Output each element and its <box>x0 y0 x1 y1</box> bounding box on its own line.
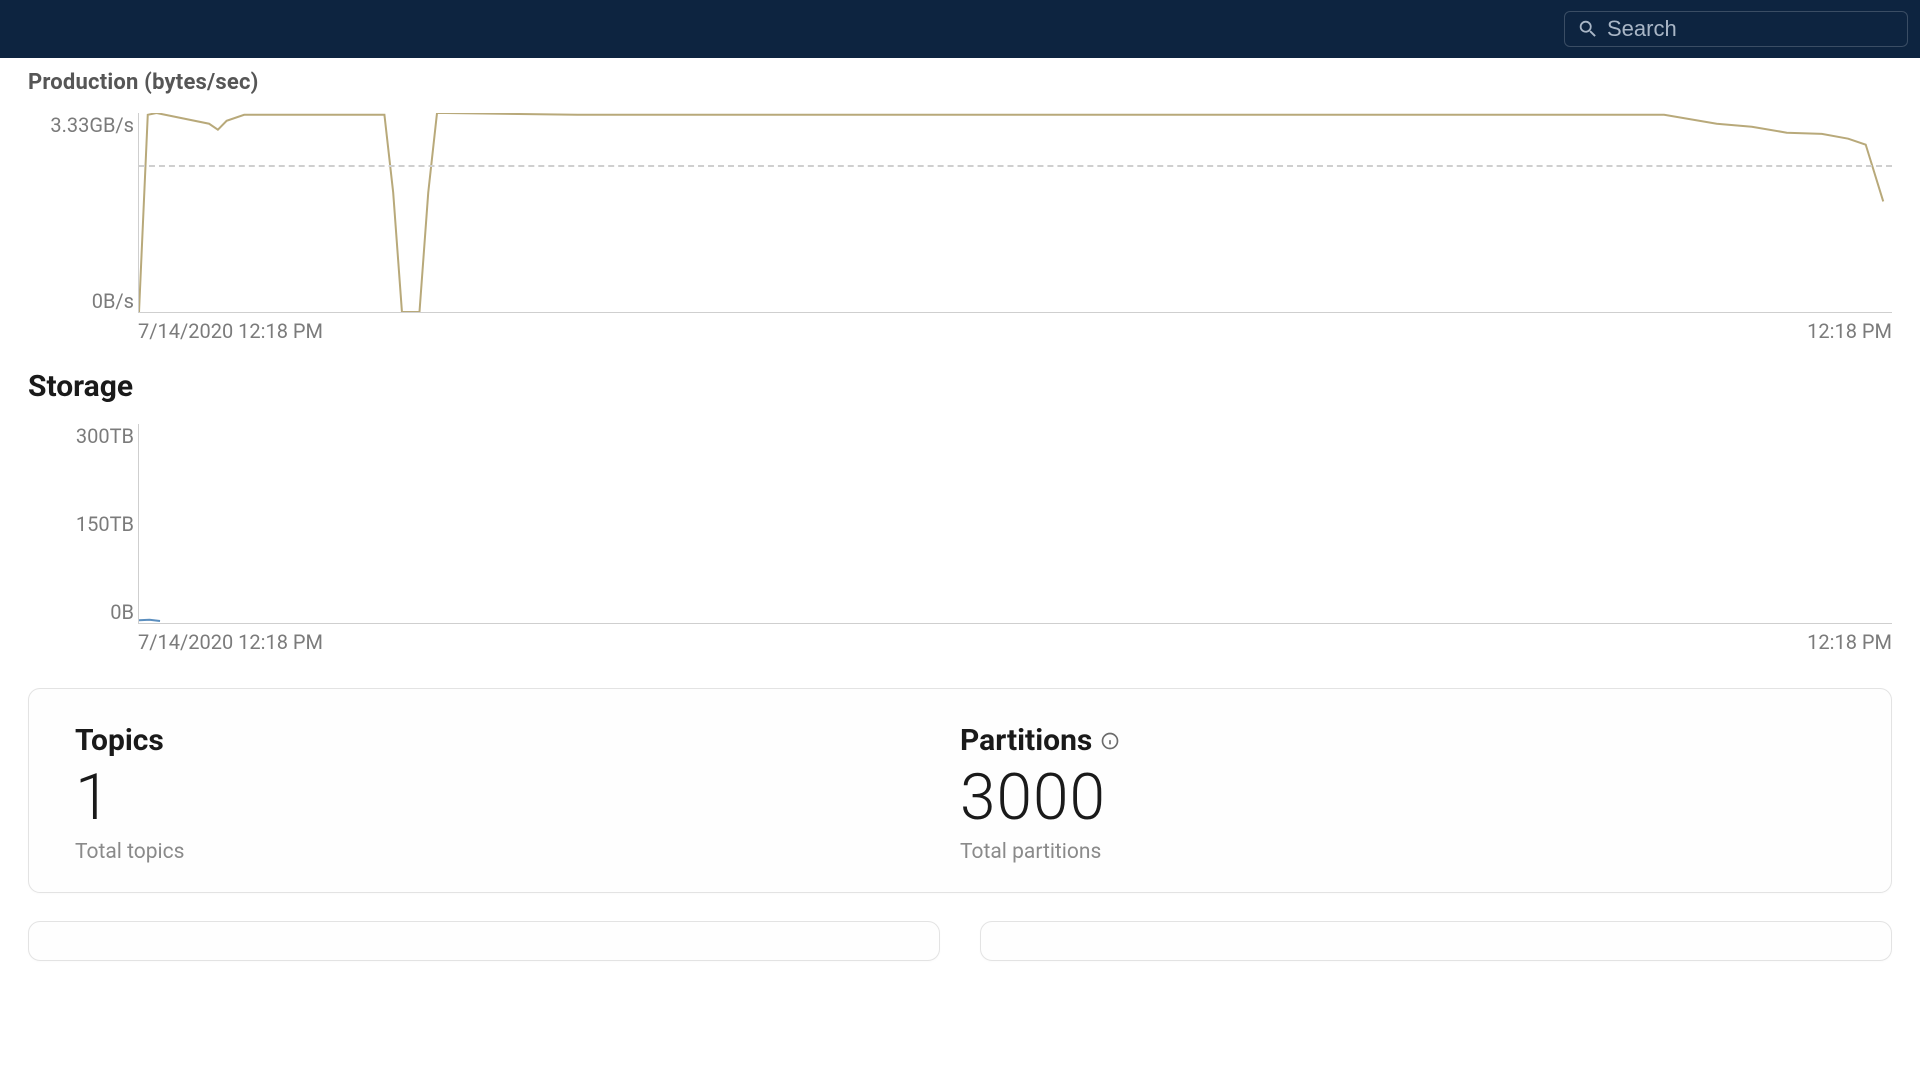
storage-section-title: Storage <box>28 369 1892 404</box>
production-plot-area <box>138 113 1892 313</box>
partitions-card-value: 3000 <box>960 766 1845 830</box>
card-title-label: Partitions <box>960 723 1092 758</box>
x-tick-label: 7/14/2020 12:18 PM <box>138 630 323 654</box>
info-icon[interactable] <box>1100 731 1120 751</box>
y-tick-label: 0B/s <box>28 289 134 313</box>
topics-card-sub: Total topics <box>75 840 960 864</box>
storage-plot-area <box>138 424 1892 624</box>
production-chart-title: Production (bytes/sec) <box>28 70 1892 95</box>
production-section: Production (bytes/sec) 3.33GB/s 0B/s 7/1… <box>28 70 1892 343</box>
bottom-card-left <box>28 921 940 961</box>
storage-section: Storage 300TB 150TB 0B 7/14/2020 12:18 P… <box>28 369 1892 654</box>
search-box[interactable] <box>1564 11 1908 47</box>
card-title-label: Topics <box>75 723 164 758</box>
topics-card: Topics 1 Total topics <box>75 723 960 864</box>
app-header <box>0 0 1920 58</box>
y-tick-label: 150TB <box>28 512 134 536</box>
y-tick-label: 0B <box>28 600 134 624</box>
y-tick-label: 3.33GB/s <box>28 113 134 137</box>
partitions-card-title: Partitions <box>960 723 1845 758</box>
storage-x-ticks: 7/14/2020 12:18 PM 12:18 PM <box>138 630 1892 654</box>
page-content: Production (bytes/sec) 3.33GB/s 0B/s 7/1… <box>0 58 1920 961</box>
partitions-card-sub: Total partitions <box>960 840 1845 864</box>
search-input[interactable] <box>1607 16 1895 42</box>
storage-line-svg <box>139 424 1892 623</box>
search-icon <box>1577 18 1599 40</box>
y-tick-label: 300TB <box>28 424 134 448</box>
storage-y-ticks: 300TB 150TB 0B <box>28 424 134 624</box>
production-y-ticks: 3.33GB/s 0B/s <box>28 113 134 313</box>
production-x-ticks: 7/14/2020 12:18 PM 12:18 PM <box>138 319 1892 343</box>
bottom-card-right <box>980 921 1892 961</box>
production-line-svg <box>139 113 1892 312</box>
partitions-card: Partitions 3000 Total partitions <box>960 723 1845 864</box>
topics-card-title: Topics <box>75 723 960 758</box>
x-tick-label: 12:18 PM <box>1807 319 1892 343</box>
x-tick-label: 7/14/2020 12:18 PM <box>138 319 323 343</box>
storage-chart: 300TB 150TB 0B 7/14/2020 12:18 PM 12:18 … <box>28 424 1892 654</box>
stats-card-row: Topics 1 Total topics Partitions 3000 To… <box>28 688 1892 893</box>
production-grid-line <box>139 165 1892 167</box>
bottom-card-row <box>28 921 1892 961</box>
x-tick-label: 12:18 PM <box>1807 630 1892 654</box>
production-chart: 3.33GB/s 0B/s 7/14/2020 12:18 PM 12:18 P… <box>28 113 1892 343</box>
topics-card-value: 1 <box>75 766 960 830</box>
